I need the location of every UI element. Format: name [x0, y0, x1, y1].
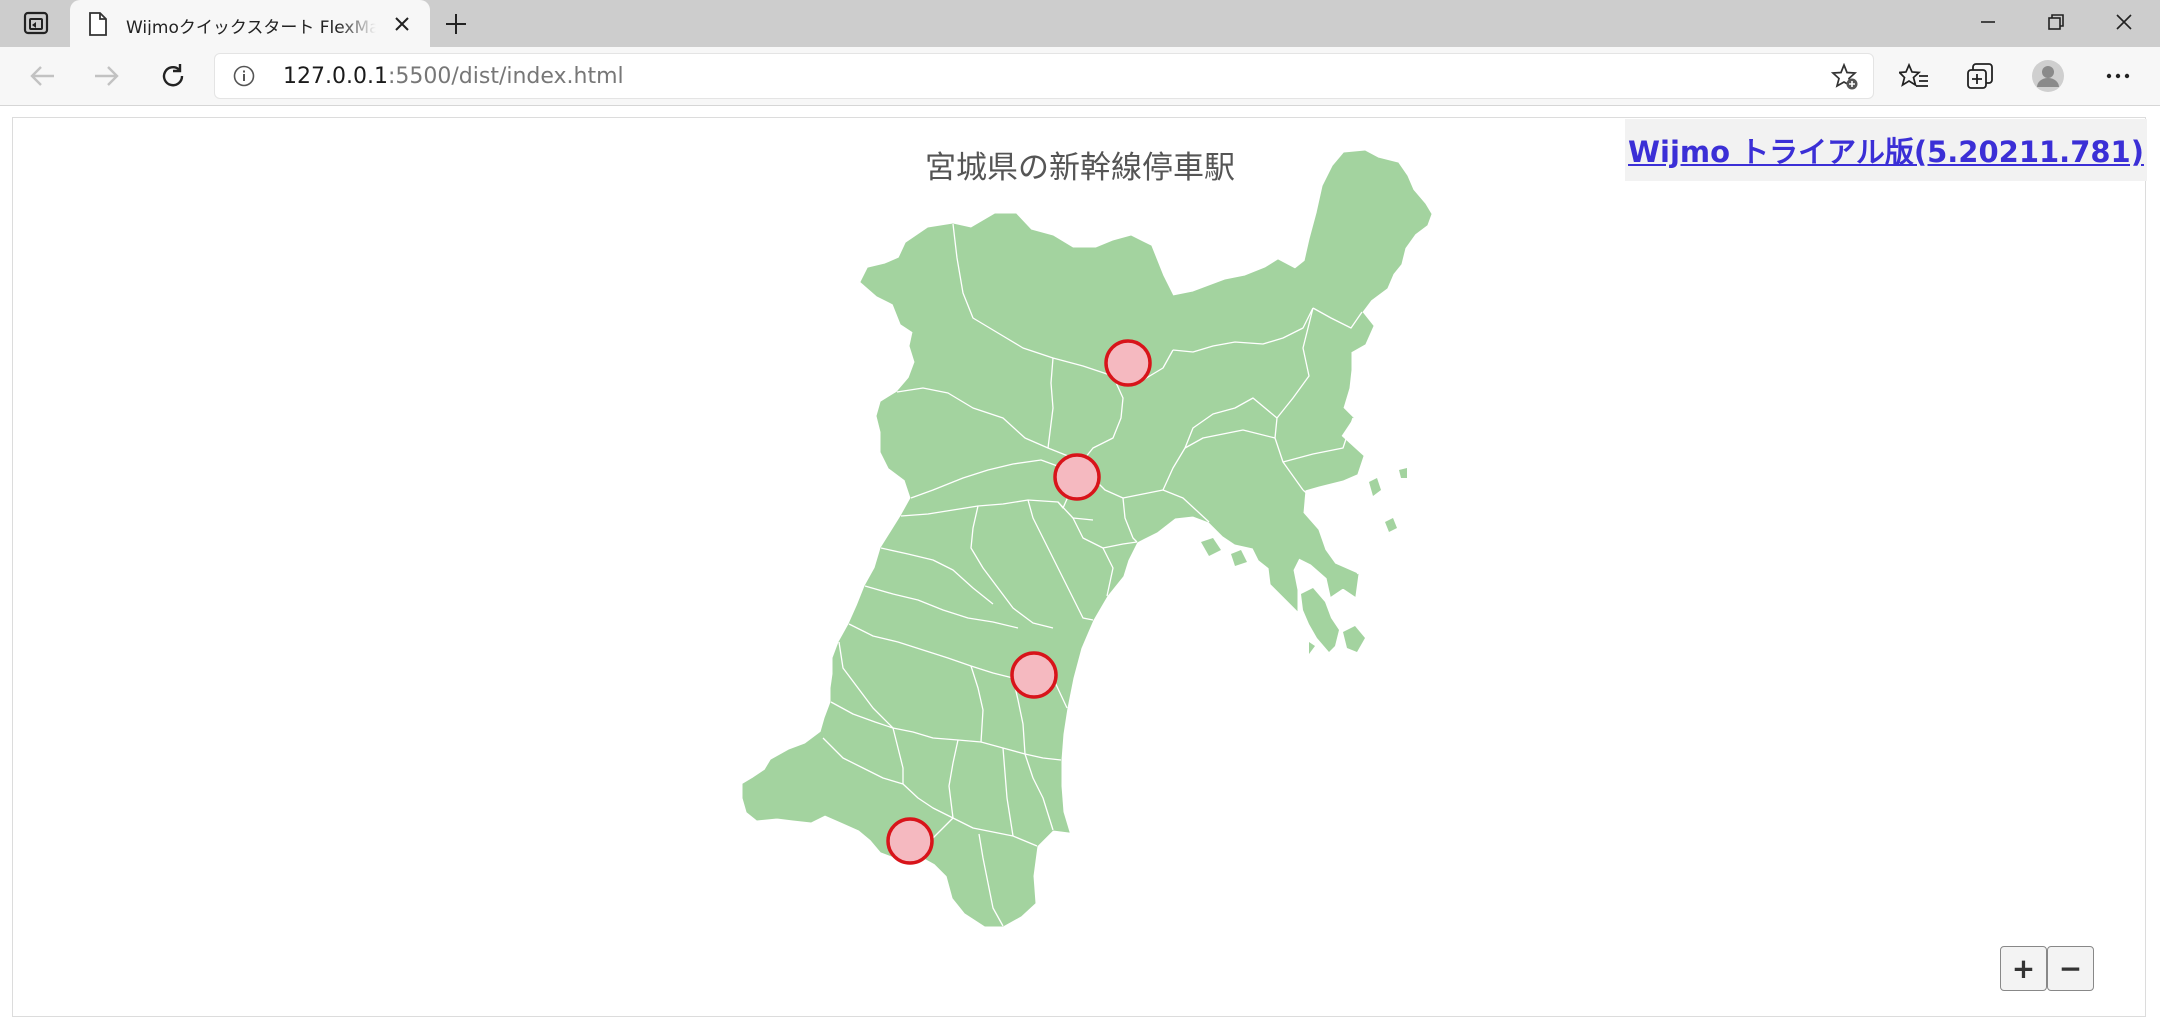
zoom-out-button[interactable]: −	[2047, 946, 2094, 991]
page-icon	[88, 12, 108, 36]
url-text: 127.0.0.1:5500/dist/index.html	[283, 64, 624, 89]
url-path: :5500/dist/index.html	[387, 64, 624, 89]
close-tab-icon[interactable]	[388, 10, 416, 38]
station-marker[interactable]	[886, 817, 934, 865]
site-info-icon[interactable]	[233, 65, 255, 87]
zoom-in-button[interactable]: +	[2000, 946, 2047, 991]
favorites-icon[interactable]	[1894, 56, 1934, 96]
station-marker[interactable]	[1053, 453, 1101, 501]
url-host: 127.0.0.1	[283, 64, 388, 89]
map-canvas[interactable]	[13, 118, 2147, 1018]
browser-tab-active[interactable]: Wijmoクイックスタート FlexMapサンプル	[70, 0, 430, 47]
back-icon[interactable]	[22, 57, 62, 95]
collections-icon[interactable]	[1960, 56, 2000, 96]
station-marker[interactable]	[1010, 651, 1058, 699]
add-favorite-icon[interactable]	[1830, 62, 1859, 91]
refresh-icon[interactable]	[153, 57, 193, 95]
browser-toolbar: 127.0.0.1:5500/dist/index.html	[0, 47, 2160, 106]
restore-icon[interactable]	[2022, 0, 2090, 44]
license-link[interactable]: Wijmo トライアル版(5.20211.781)	[1628, 129, 2144, 171]
trial-license-banner: Wijmo トライアル版(5.20211.781)	[1625, 119, 2147, 181]
tab-actions-icon[interactable]	[14, 7, 58, 39]
tab-strip: Wijmoクイックスタート FlexMapサンプル	[0, 0, 2160, 47]
profile-avatar[interactable]	[2028, 56, 2068, 96]
miyagi-prefecture-map	[742, 150, 1432, 927]
more-menu-icon[interactable]	[2098, 56, 2138, 96]
tab-title: Wijmoクイックスタート FlexMapサンプル	[126, 18, 376, 35]
station-marker[interactable]	[1104, 339, 1152, 387]
forward-icon[interactable]	[87, 57, 127, 95]
address-bar[interactable]: 127.0.0.1:5500/dist/index.html	[214, 53, 1874, 99]
prefecture-land	[742, 150, 1432, 927]
new-tab-icon[interactable]	[440, 8, 472, 40]
flexmap-container[interactable]: 宮城県の新幹線停車駅	[12, 117, 2146, 1017]
close-window-icon[interactable]	[2090, 0, 2158, 44]
minimize-icon[interactable]	[1954, 0, 2022, 44]
